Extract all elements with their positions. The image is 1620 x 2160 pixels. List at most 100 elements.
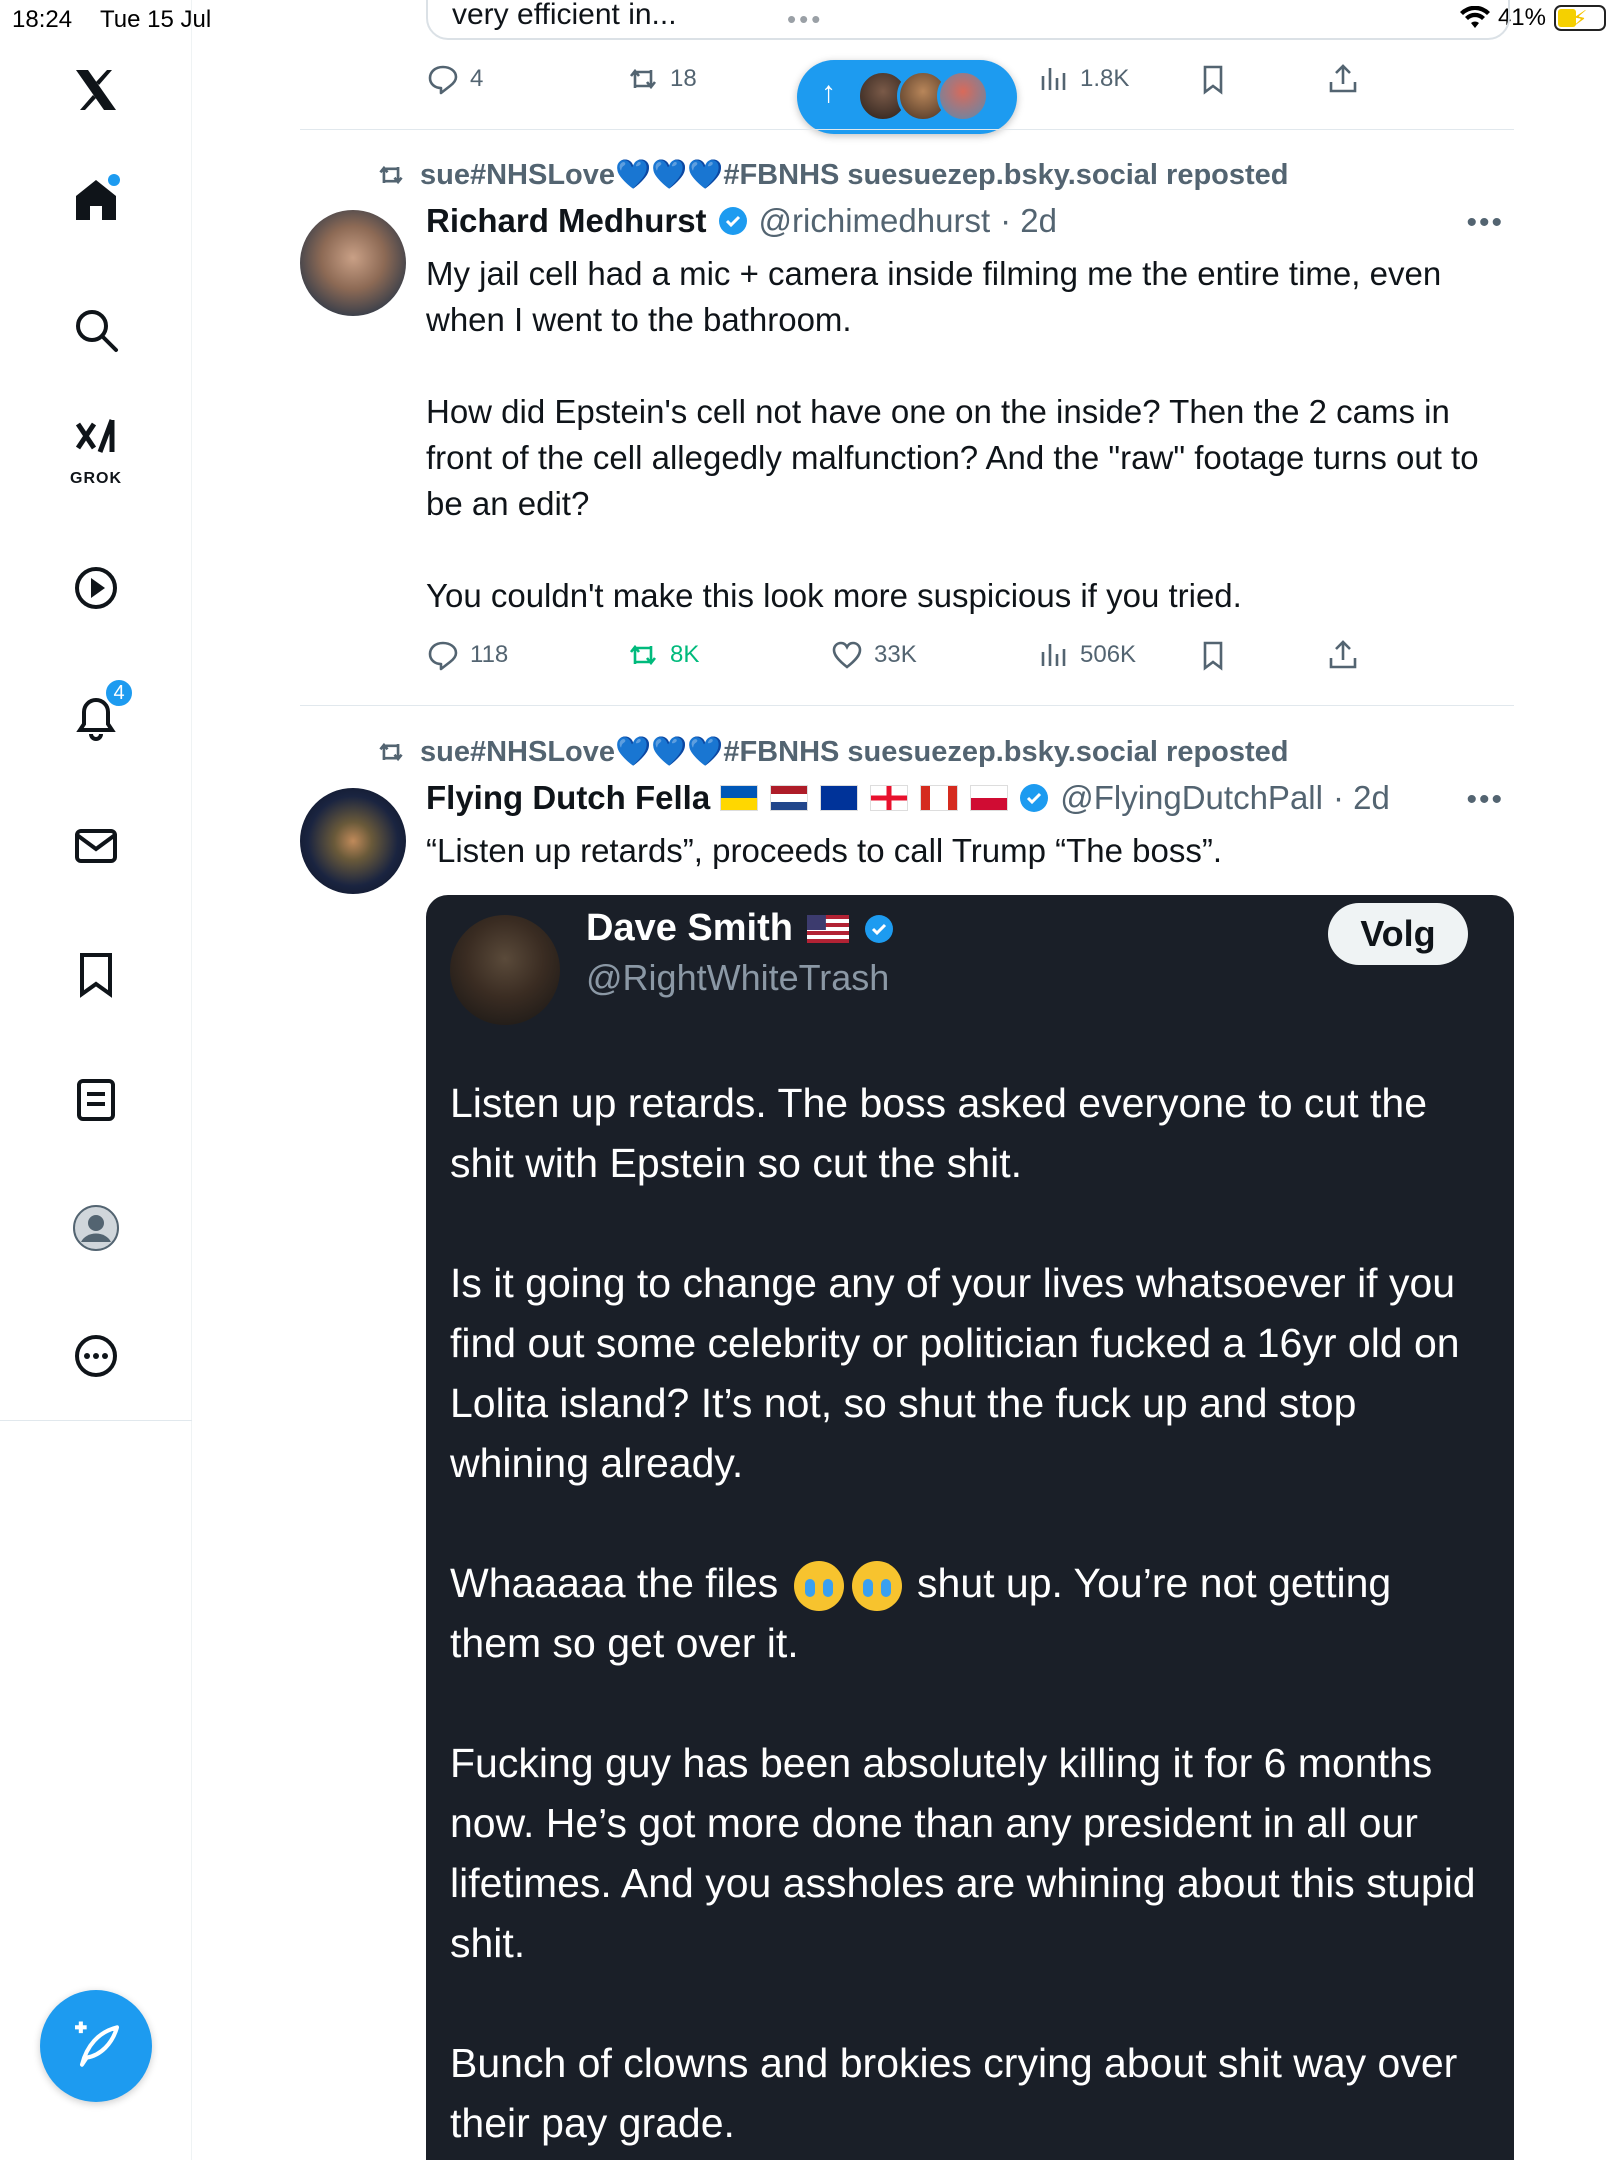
- repost-icon: [379, 165, 403, 185]
- netherlands-flag-icon: [770, 785, 809, 811]
- previous-quote-text: very efficient in...: [452, 0, 677, 31]
- arrow-up-icon: ↑: [821, 76, 836, 109]
- author-handle[interactable]: @FlyingDutchPall: [1060, 779, 1323, 817]
- author-handle[interactable]: @richimedhurst: [759, 202, 991, 240]
- sidebar: GROK 4: [0, 0, 192, 2160]
- quoted-avatar[interactable]: [450, 915, 560, 1025]
- post-text: “Listen up retards”, proceeds to call Tr…: [426, 832, 1222, 869]
- author-name[interactable]: Richard Medhurst: [426, 202, 707, 240]
- reply-icon: [428, 65, 458, 95]
- repost-icon: [379, 742, 403, 762]
- post-more-icon[interactable]: •••: [1466, 206, 1504, 240]
- quoted-author: Dave Smith: [586, 907, 895, 950]
- post-header: Richard Medhurst @richimedhurst · 2d: [426, 202, 1057, 240]
- previous-quote-card[interactable]: very efficient in...: [426, 0, 1510, 40]
- post-more-icon[interactable]: •••: [1466, 783, 1504, 817]
- repost-icon: [629, 644, 657, 666]
- x-logo-icon[interactable]: [58, 52, 134, 128]
- post-divider: [300, 705, 1514, 706]
- canada-flag-icon: [920, 785, 959, 811]
- sidebar-divider: [0, 1420, 192, 1421]
- reply-button[interactable]: 118: [426, 638, 508, 672]
- notifications-icon[interactable]: 4: [58, 678, 134, 756]
- grok-label: GROK: [70, 470, 122, 487]
- avatar[interactable]: [300, 210, 406, 316]
- quoted-author-name[interactable]: Dave Smith: [586, 907, 793, 950]
- us-flag-icon: [806, 914, 849, 943]
- avatar[interactable]: [300, 788, 406, 894]
- repost-context-text: sue#NHSLove💙💙💙#FBNHS suesuezep.bsky.soci…: [420, 736, 1289, 768]
- search-icon[interactable]: [58, 292, 134, 368]
- verified-badge-icon: [718, 207, 747, 235]
- quoted-paragraph: Fucking guy has been absolutely killing …: [450, 1740, 1476, 1966]
- new-post-avatar: [937, 70, 989, 122]
- post-time[interactable]: · 2d: [1000, 202, 1057, 240]
- views-button[interactable]: 1.8K: [1036, 62, 1129, 96]
- quoted-author-handle[interactable]: @RightWhiteTrash: [586, 957, 889, 999]
- repost-context: sue#NHSLove💙💙💙#FBNHS suesuezep.bsky.soci…: [376, 735, 1289, 769]
- heart-icon: [832, 641, 862, 669]
- notifications-badge: 4: [104, 678, 134, 708]
- bookmark-button[interactable]: [1196, 638, 1230, 672]
- georgia-flag-icon: [870, 785, 909, 811]
- post-header: Flying Dutch Fella @FlyingDutchPall · 2d: [426, 779, 1390, 817]
- lists-icon[interactable]: [58, 1062, 134, 1138]
- bookmark-icon: [1203, 65, 1223, 95]
- views-icon: [1041, 644, 1066, 666]
- reply-icon: [428, 641, 458, 671]
- follow-button[interactable]: Volg: [1328, 903, 1468, 965]
- new-posts-pill[interactable]: ↑: [797, 60, 1017, 134]
- quoted-paragraph: Listen up retards. The boss asked everyo…: [450, 1080, 1427, 1186]
- compose-post-button[interactable]: [40, 1990, 152, 2102]
- compose-feather-icon: [75, 2021, 120, 2067]
- bookmark-button[interactable]: [1196, 62, 1230, 96]
- verified-badge-icon: [864, 914, 893, 943]
- eu-flag-icon: [820, 785, 859, 811]
- repost-button[interactable]: 8K: [626, 638, 699, 672]
- author-name[interactable]: Flying Dutch Fella: [426, 779, 710, 817]
- profile-avatar-icon[interactable]: [58, 1190, 134, 1266]
- like-button[interactable]: 33K: [830, 638, 917, 672]
- like-count: 33K: [874, 641, 917, 668]
- ukraine-flag-icon: [720, 785, 759, 811]
- more-options-icon[interactable]: [58, 1318, 134, 1394]
- post-time[interactable]: · 2d: [1333, 779, 1390, 817]
- views-button[interactable]: 506K: [1036, 638, 1136, 672]
- bookmarks-icon[interactable]: [58, 936, 134, 1012]
- bookmark-icon: [1203, 641, 1223, 671]
- views-icon: [1041, 68, 1066, 90]
- repost-context-text: sue#NHSLove💙💙💙#FBNHS suesuezep.bsky.soci…: [420, 159, 1289, 191]
- timeline-feed: very efficient in... 4 18 1.8K ↑ sue#NHS…: [300, 0, 1514, 2160]
- views-count: 1.8K: [1080, 65, 1130, 92]
- repost-count: 8K: [670, 641, 700, 668]
- post-actions: 118 8K 33K 506K: [426, 634, 1426, 678]
- reply-button[interactable]: 4: [426, 62, 483, 96]
- repost-icon: [629, 68, 657, 90]
- verified-badge-icon: [1020, 784, 1049, 812]
- name-flags: [720, 785, 1009, 811]
- grok-icon[interactable]: GROK: [58, 412, 134, 488]
- share-icon: [1329, 64, 1357, 93]
- messages-icon[interactable]: [58, 808, 134, 884]
- repost-context: sue#NHSLove💙💙💙#FBNHS suesuezep.bsky.soci…: [376, 158, 1289, 192]
- share-button[interactable]: [1326, 638, 1360, 672]
- views-count: 506K: [1080, 641, 1137, 668]
- post-text: My jail cell had a mic + camera inside f…: [426, 255, 1479, 614]
- crying-emoji-icon: [851, 1561, 902, 1612]
- battery-icon: ⚡: [1554, 5, 1606, 31]
- quoted-paragraph: Is it going to change any of your lives …: [450, 1260, 1460, 1486]
- video-icon[interactable]: [58, 550, 134, 626]
- reply-count: 4: [470, 65, 484, 92]
- repost-button[interactable]: 18: [626, 62, 697, 96]
- reply-count: 118: [470, 641, 509, 668]
- quoted-text: Listen up retards. The boss asked everyo…: [450, 1073, 1490, 2153]
- home-icon[interactable]: [58, 162, 134, 238]
- quoted-paragraph: Bunch of clowns and brokies crying about…: [450, 2040, 1458, 2146]
- quoted-paragraph: Whaaaaa the files: [450, 1560, 779, 1606]
- repost-count: 18: [670, 65, 697, 92]
- home-unread-dot: [108, 174, 120, 186]
- crying-emoji-icon: [793, 1561, 844, 1612]
- share-icon: [1329, 640, 1357, 669]
- quoted-post-card[interactable]: Dave Smith @RightWhiteTrash Volg Listen …: [426, 895, 1514, 2160]
- share-button[interactable]: [1326, 62, 1360, 96]
